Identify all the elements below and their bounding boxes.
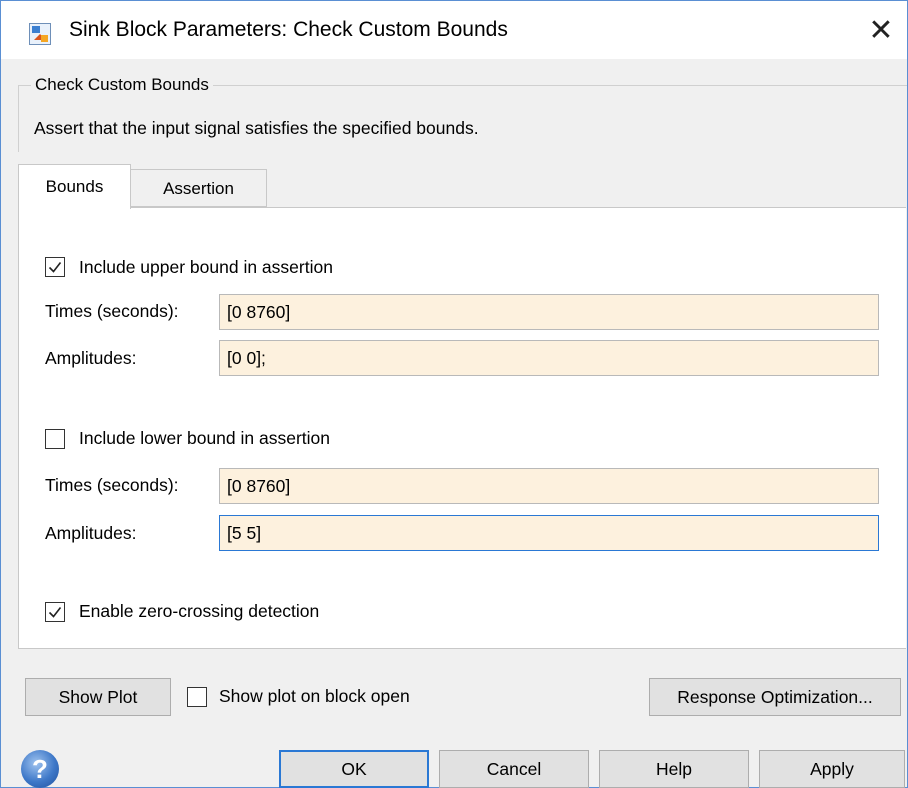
show-plot-on-open-label: Show plot on block open: [219, 686, 410, 706]
lower-bound-checkbox[interactable]: [45, 429, 65, 449]
window-title: Sink Block Parameters: Check Custom Boun…: [69, 18, 508, 41]
close-icon[interactable]: ✕: [859, 9, 903, 53]
upper-times-label: Times (seconds):: [45, 301, 179, 321]
upper-bound-checkbox[interactable]: [45, 257, 65, 277]
show-plot-button[interactable]: Show Plot: [25, 678, 171, 716]
tab-assertion[interactable]: Assertion: [131, 169, 267, 207]
lower-amplitudes-input[interactable]: [5 5]: [219, 515, 879, 551]
lower-times-input[interactable]: [0 8760]: [219, 468, 879, 504]
zero-crossing-label: Enable zero-crossing detection: [79, 601, 320, 621]
response-optimization-button[interactable]: Response Optimization...: [649, 678, 901, 716]
cancel-button[interactable]: Cancel: [439, 750, 589, 788]
checkmark-icon: [48, 262, 62, 273]
simulink-block-icon: [29, 23, 51, 45]
upper-amplitudes-input[interactable]: [0 0];: [219, 340, 879, 376]
upper-amplitudes-label: Amplitudes:: [45, 348, 137, 368]
title-bar[interactable]: Sink Block Parameters: Check Custom Boun…: [1, 1, 907, 59]
lower-bound-label: Include lower bound in assertion: [79, 428, 330, 448]
help-icon[interactable]: ?: [21, 750, 59, 788]
apply-button[interactable]: Apply: [759, 750, 905, 788]
block-group-label: Check Custom Bounds: [31, 75, 213, 95]
help-button[interactable]: Help: [599, 750, 749, 788]
lower-amplitudes-label: Amplitudes:: [45, 523, 137, 543]
checkmark-icon: [48, 607, 62, 618]
ok-button[interactable]: OK: [279, 750, 429, 788]
block-description: Assert that the input signal satisfies t…: [34, 118, 479, 138]
upper-bound-label: Include upper bound in assertion: [79, 257, 333, 277]
upper-times-input[interactable]: [0 8760]: [219, 294, 879, 330]
lower-times-label: Times (seconds):: [45, 475, 179, 495]
tab-bounds[interactable]: Bounds: [18, 164, 131, 209]
dialog-window: Sink Block Parameters: Check Custom Boun…: [0, 0, 908, 788]
zero-crossing-checkbox[interactable]: [45, 602, 65, 622]
show-plot-on-open-checkbox[interactable]: [187, 687, 207, 707]
